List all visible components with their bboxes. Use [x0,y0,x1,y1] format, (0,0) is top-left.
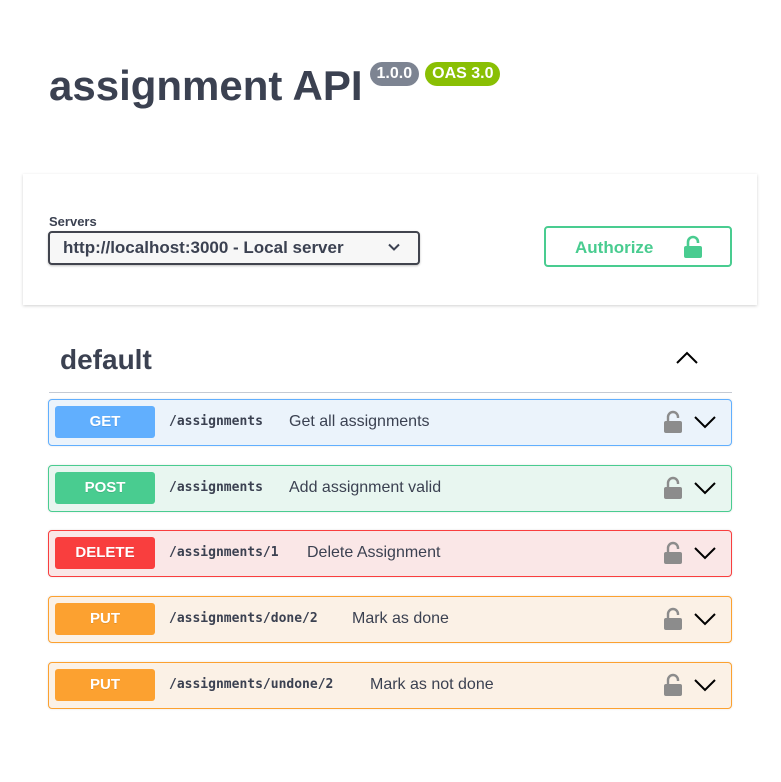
server-select[interactable]: http://localhost:3000 - Local server [48,231,420,265]
operation-summary: Add assignment valid [289,479,442,496]
oas-badge: OAS 3.0 [425,62,501,86]
method-badge: PUT [55,603,155,635]
version-badge: 1.0.0 [369,62,420,86]
operation-summary: Delete Assignment [307,544,441,561]
padlock-icon[interactable] [663,673,683,697]
operation-path: /assignments [169,414,263,429]
padlock-icon[interactable] [663,607,683,631]
authorize-label: Authorize [575,238,654,257]
operation-get-assignments[interactable]: GET /assignments Get all assignments [48,399,732,446]
api-title-row: assignment API 1.0.0 OAS 3.0 [49,56,501,116]
operation-path: /assignments/1 [169,545,279,560]
tag-section-header[interactable]: default [49,330,732,393]
operation-post-assignments[interactable]: POST /assignments Add assignment valid [48,465,732,512]
authorize-button[interactable]: Authorize [544,226,732,267]
method-badge: PUT [55,669,155,701]
method-badge: DELETE [55,537,155,569]
operation-delete-assignment[interactable]: DELETE /assignments/1 Delete Assignment [48,530,732,577]
padlock-icon[interactable] [663,476,683,500]
operation-path: /assignments/undone/2 [169,677,334,692]
operation-summary: Get all assignments [289,413,430,430]
operation-path: /assignments [169,480,263,495]
tag-title: default [60,344,152,375]
chevron-down-icon [388,243,400,251]
padlock-icon[interactable] [663,541,683,565]
chevron-down-icon[interactable] [693,480,717,496]
chevron-down-icon[interactable] [693,611,717,627]
chevron-up-icon[interactable] [675,350,699,366]
operation-summary: Mark as not done [370,676,494,693]
method-badge: GET [55,406,155,438]
chevron-down-icon[interactable] [693,677,717,693]
method-badge: POST [55,472,155,504]
servers-panel: Servers http://localhost:3000 - Local se… [23,174,757,305]
operation-put-undone[interactable]: PUT /assignments/undone/2 Mark as not do… [48,662,732,709]
padlock-icon[interactable] [663,410,683,434]
chevron-down-icon[interactable] [693,414,717,430]
unlocked-padlock-icon [684,235,702,258]
api-title: assignment API [49,62,363,109]
operation-put-done[interactable]: PUT /assignments/done/2 Mark as done [48,596,732,643]
chevron-down-icon[interactable] [693,545,717,561]
operation-summary: Mark as done [352,610,449,627]
server-select-value: http://localhost:3000 - Local server [63,238,344,257]
operation-path: /assignments/done/2 [169,611,318,626]
servers-label: Servers [49,214,97,229]
